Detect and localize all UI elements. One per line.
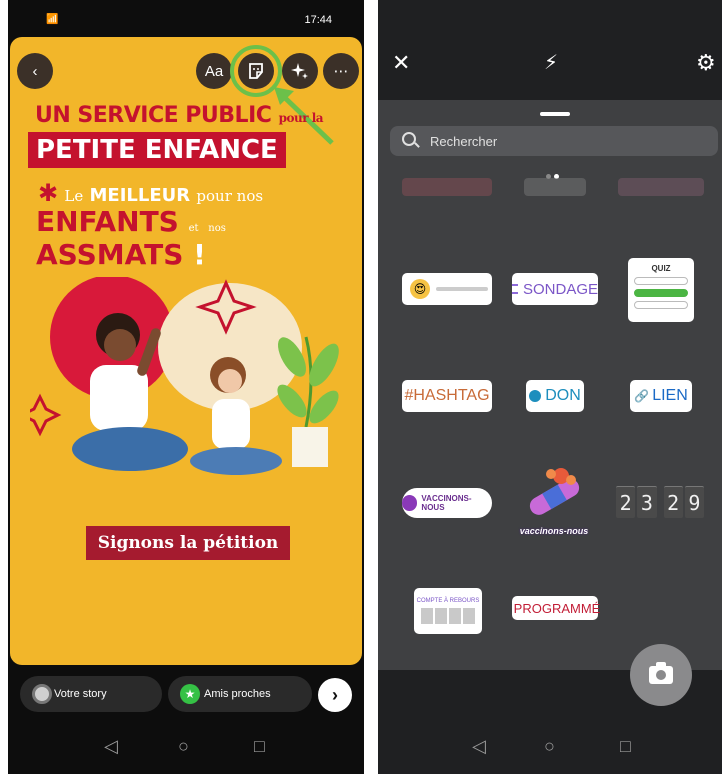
heart-badge-icon <box>402 495 418 511</box>
donate-icon <box>529 390 542 402</box>
star-icon: ★ <box>180 684 200 704</box>
camera-icon <box>649 662 673 684</box>
scheduled-sticker[interactable]: PROGRAMMÉ <box>512 596 601 620</box>
petition-banner[interactable]: Signons la pétition <box>86 526 290 560</box>
camera-button[interactable] <box>630 644 692 706</box>
sticker-tray: Rechercher 😍 SONDAGE QUIZ #HASHTAG DON 🔗… <box>378 100 722 706</box>
countdown-title: COMPTE À REBOURS <box>416 598 480 604</box>
nav-back-icon[interactable]: ◁ <box>104 736 118 757</box>
story-canvas[interactable]: ‹ Aa ⋯ UN SERVICE PUBLIC pour la PETITE … <box>10 37 362 665</box>
quiz-sticker[interactable]: QUIZ <box>628 258 694 322</box>
poll-label: SONDAGE <box>522 280 598 298</box>
more-icon: ⋯ <box>333 63 349 80</box>
share-bar: Votre story ★ Amis proches › <box>8 672 364 718</box>
story-editor-screen: 📶 17:44 ‹ Aa ⋯ UN SERVICE PUBLIC pour la… <box>8 0 364 774</box>
faded-sticker[interactable] <box>402 178 492 196</box>
your-story-label: Votre story <box>54 688 107 700</box>
nav-back-icon[interactable]: ◁ <box>472 736 486 757</box>
headline-le: Le <box>64 187 84 205</box>
status-time: 17:44 <box>304 14 332 26</box>
your-story-button[interactable]: Votre story <box>20 676 162 712</box>
drag-handle[interactable] <box>540 112 570 116</box>
poll-icon <box>512 284 518 294</box>
bandage-flower-icon <box>529 468 580 515</box>
headline-line-1: UN SERVICE PUBLIC pour la <box>35 103 324 128</box>
signal-icon: 📶 <box>46 14 60 25</box>
countdown-clock-sticker[interactable]: 2 3 2 9 <box>616 485 706 519</box>
sticker-search-input[interactable]: Rechercher <box>390 126 718 156</box>
emoji-slider-sticker[interactable]: 😍 <box>402 273 492 305</box>
camera-top-controls: ✕ ⚡ ⚙ <box>378 36 722 96</box>
nav-recent-icon[interactable]: □ <box>254 736 265 757</box>
link-icon: 🔗 <box>634 389 650 403</box>
scheduled-label: PROGRAMMÉ <box>513 600 601 616</box>
clock-digit: 3 <box>637 486 657 518</box>
countdown-sticker[interactable]: COMPTE À REBOURS <box>414 588 482 634</box>
headline-pour-la: pour la <box>278 111 324 125</box>
nav-home-icon[interactable]: ○ <box>178 736 189 757</box>
headline-line-4: ENFANTS et nos ASSMATS ! <box>36 205 362 271</box>
headline-line-3: ✱ Le MEILLEUR pour nos <box>38 179 263 207</box>
back-button[interactable]: ‹ <box>17 53 53 89</box>
headline-service-public: UN SERVICE PUBLIC <box>35 103 272 128</box>
profile-avatar-icon <box>32 684 52 704</box>
headline-petite-enfance: PETITE ENFANCE <box>28 132 286 168</box>
settings-icon[interactable]: ⚙ <box>696 50 716 76</box>
close-icon[interactable]: ✕ <box>392 50 410 76</box>
nav-home-icon[interactable]: ○ <box>544 736 555 757</box>
headline-enfants: ENFANTS <box>36 205 179 238</box>
headline-exclamation: ! <box>193 238 206 271</box>
close-friends-label: Amis proches <box>204 688 271 700</box>
clock-digit: 2 <box>663 486 683 518</box>
countdown-boxes <box>420 608 476 624</box>
headline-assmats: ASSMATS <box>36 238 184 271</box>
quiz-option <box>634 301 688 309</box>
vaccinons-art-label: vaccinons-nous <box>519 526 589 536</box>
asterisk-icon: ✱ <box>38 179 59 207</box>
hashtag-sticker[interactable]: #HASHTAG <box>402 380 492 412</box>
vaccinons-art-sticker[interactable]: vaccinons-nous <box>508 458 600 544</box>
sparkles-icon <box>291 63 308 79</box>
quiz-title: QUIZ <box>651 264 671 273</box>
headline-et: et <box>188 223 199 234</box>
slider-track <box>436 287 488 291</box>
search-icon <box>402 132 416 146</box>
sticker-tray-screen: ✕ ⚡ ⚙ Rechercher 😍 SONDAGE QUIZ #HASHTAG… <box>378 0 722 774</box>
vaccinons-chip-label: VACCINONS-NOUS <box>421 494 472 512</box>
headline-nos: nos <box>208 223 226 234</box>
quiz-option-correct <box>634 289 688 297</box>
text-tool-label: Aa <box>204 62 224 80</box>
nav-recent-icon[interactable]: □ <box>620 736 631 757</box>
system-nav-bar: ◁ ○ □ <box>378 724 722 774</box>
flash-off-icon[interactable]: ⚡ <box>544 50 558 75</box>
faded-sticker[interactable] <box>618 178 704 196</box>
status-bar: 📶 17:44 <box>8 0 364 36</box>
heart-eyes-emoji-icon: 😍 <box>410 279 430 299</box>
faded-sticker[interactable] <box>524 178 586 196</box>
clock-digit: 2 <box>616 486 636 518</box>
link-sticker[interactable]: 🔗 LIEN <box>630 380 692 412</box>
close-friends-button[interactable]: ★ Amis proches <box>168 676 312 712</box>
donate-sticker[interactable]: DON <box>526 380 584 412</box>
headline-meilleur: MEILLEUR <box>89 185 191 206</box>
poll-sticker[interactable]: SONDAGE <box>512 273 598 305</box>
headline-pour-nos: pour nos <box>196 187 264 205</box>
search-placeholder: Rechercher <box>430 133 498 149</box>
link-label: LIEN <box>652 387 688 404</box>
high-five-illustration <box>30 277 339 475</box>
text-tool-button[interactable]: Aa <box>196 53 232 89</box>
next-button[interactable]: › <box>318 678 352 712</box>
donate-label: DON <box>545 387 581 404</box>
chevron-left-icon: ‹ <box>32 62 38 80</box>
system-nav-bar: ◁ ○ □ <box>8 724 364 774</box>
page-indicator <box>546 166 566 179</box>
quiz-option <box>634 277 688 285</box>
chevron-right-icon: › <box>332 684 338 705</box>
clock-digit: 9 <box>684 486 704 518</box>
vaccinons-chip-sticker[interactable]: VACCINONS-NOUS <box>402 488 492 518</box>
